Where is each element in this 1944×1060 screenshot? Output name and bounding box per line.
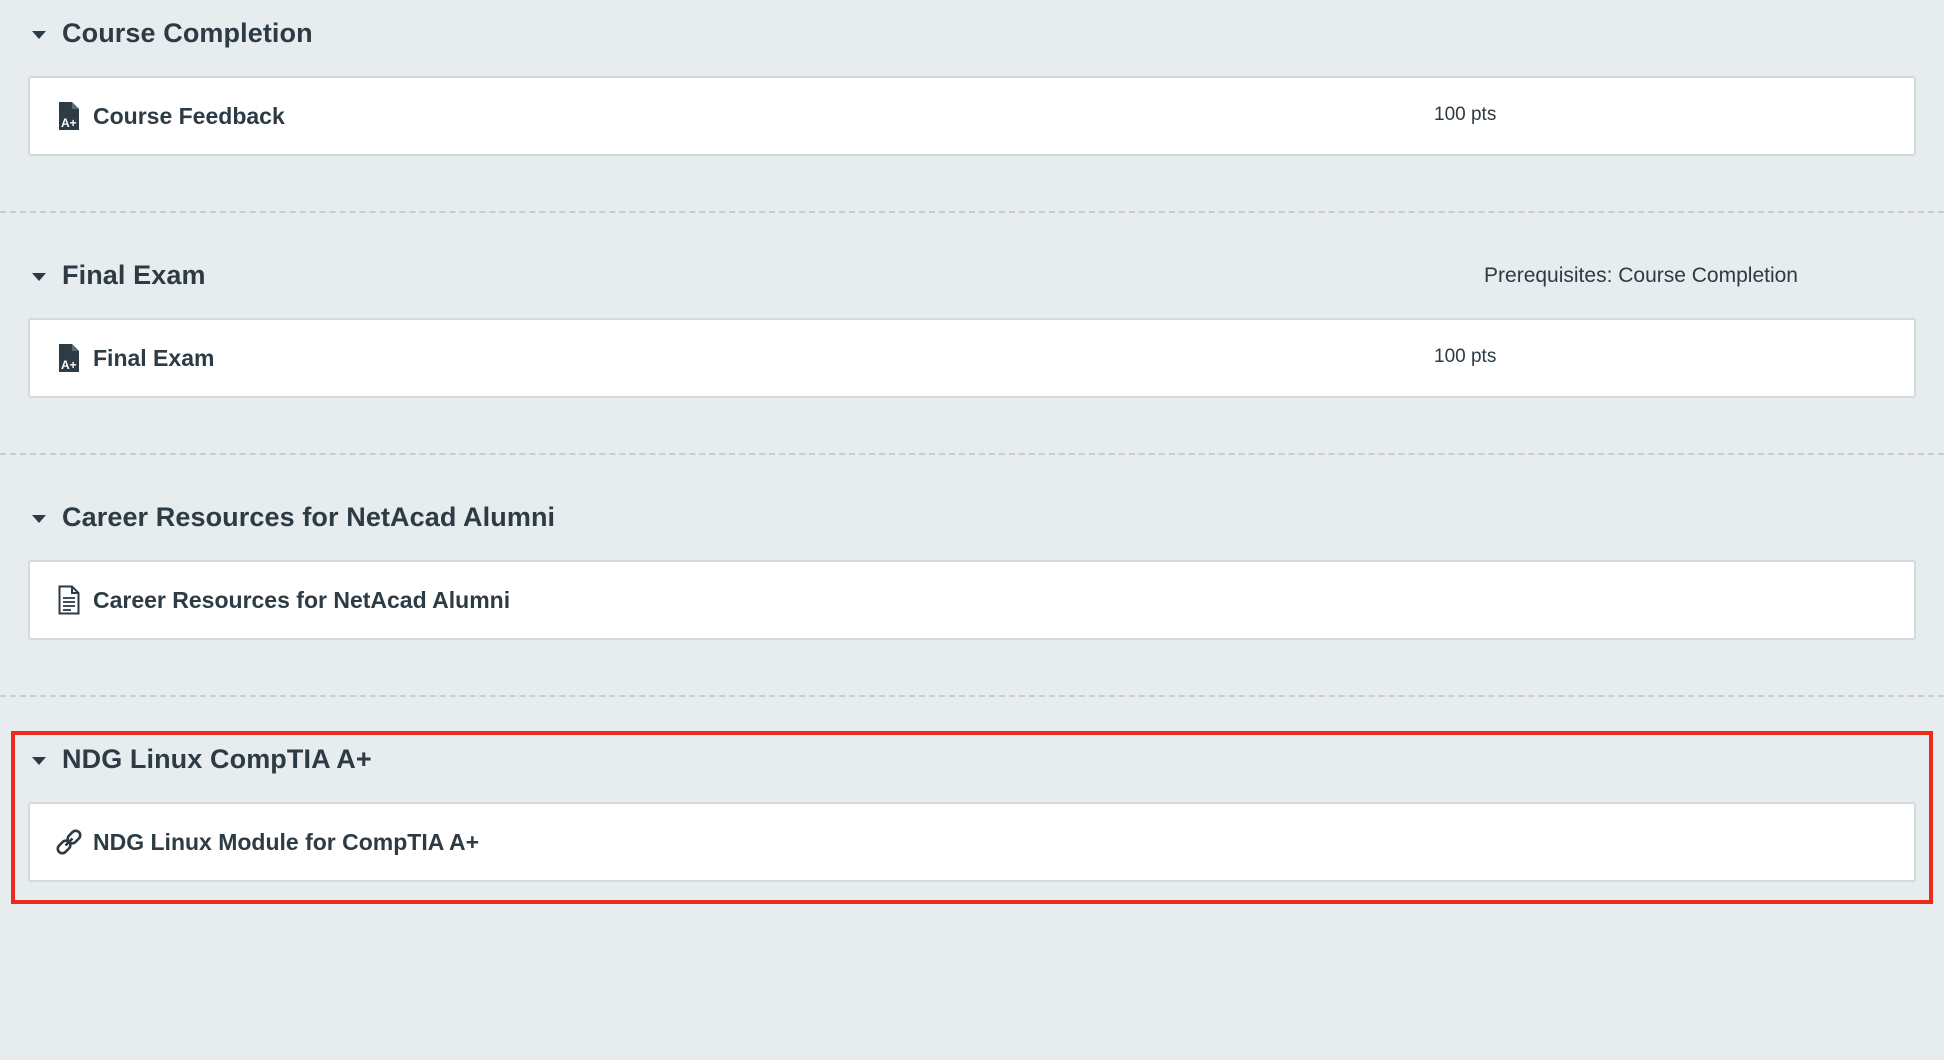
item-points: 100 pts [1434,104,1497,125]
caret-down-icon[interactable] [32,272,46,281]
item-title[interactable]: Course Feedback [93,103,285,130]
assignment-icon: A+ [52,99,86,133]
module-career-resources: Career Resources for NetAcad Alumni Care… [0,484,1944,726]
module-final-exam: Final Exam Prerequisites: Course Complet… [0,242,1944,484]
module-prerequisites: Prerequisites: Course Completion [1484,264,1798,287]
modules-list: Course Completion A+ Course Feedback 100… [0,0,1944,968]
item-title[interactable]: Final Exam [93,345,214,372]
module-title[interactable]: Course Completion [62,18,313,49]
module-item-ndg-linux-module[interactable]: NDG Linux Module for CompTIA A+ [28,802,1916,882]
item-points: 100 pts [1434,346,1497,367]
module-header[interactable]: NDG Linux CompTIA A+ [0,740,1944,778]
caret-down-icon[interactable] [32,756,46,765]
module-ndg-linux-comptia: NDG Linux CompTIA A+ NDG Linux Module fo… [0,726,1944,968]
assignment-icon: A+ [52,341,86,375]
module-title[interactable]: NDG Linux CompTIA A+ [62,744,372,775]
caret-down-icon[interactable] [32,514,46,523]
module-item-career-resources[interactable]: Career Resources for NetAcad Alumni [28,560,1916,640]
item-title[interactable]: Career Resources for NetAcad Alumni [93,587,510,614]
module-item-course-feedback[interactable]: A+ Course Feedback 100 pts [28,76,1916,156]
svg-text:A+: A+ [61,358,77,372]
module-item-final-exam[interactable]: A+ Final Exam 100 pts [28,318,1916,398]
item-title[interactable]: NDG Linux Module for CompTIA A+ [93,829,479,856]
module-header[interactable]: Course Completion [0,14,1944,52]
module-title[interactable]: Final Exam [62,260,206,291]
module-course-completion: Course Completion A+ Course Feedback 100… [0,0,1944,242]
link-icon [52,825,86,859]
page-icon [52,583,86,617]
caret-down-icon[interactable] [32,30,46,39]
module-title[interactable]: Career Resources for NetAcad Alumni [62,502,555,533]
module-header[interactable]: Final Exam Prerequisites: Course Complet… [0,256,1944,294]
module-header[interactable]: Career Resources for NetAcad Alumni [0,498,1944,536]
svg-text:A+: A+ [61,116,77,130]
